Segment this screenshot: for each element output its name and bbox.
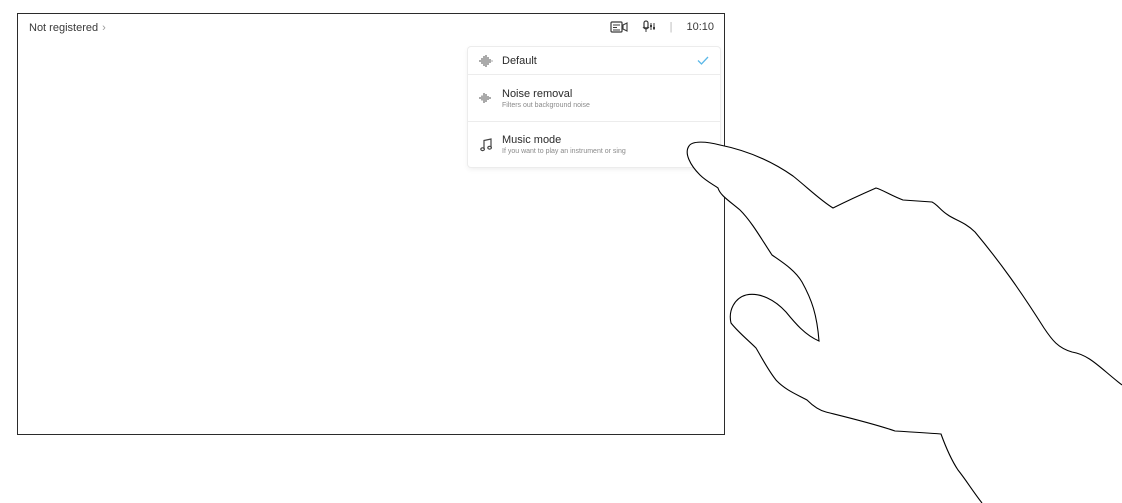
self-view-icon[interactable] [610, 20, 628, 33]
menu-item-music-mode[interactable]: Music mode If you want to play an instru… [468, 122, 720, 167]
menu-item-title: Noise removal [502, 87, 573, 100]
status-separator: | [669, 20, 673, 33]
menu-item-subtitle: Filters out background noise [502, 101, 590, 109]
menu-item-text: Music mode If you want to play an instru… [502, 134, 710, 155]
checkmark-icon [696, 56, 710, 65]
menu-item-title: Default [502, 54, 537, 67]
music-note-icon [478, 137, 494, 153]
registration-status-label: Not registered [29, 22, 99, 34]
menu-item-default[interactable]: Default [468, 47, 720, 75]
waveform-icon [478, 53, 494, 69]
registration-status[interactable]: Not registered › [29, 22, 106, 34]
menu-item-text: Default [502, 55, 696, 67]
menu-item-text: Noise removal Filters out background noi… [502, 88, 710, 109]
menu-item-title: Music mode [502, 134, 562, 146]
clock-time: 10:10 [686, 20, 714, 33]
noise-waveform-icon [478, 90, 494, 106]
audio-mode-menu: Default Noise removal Filters out backgr… [468, 47, 720, 167]
chevron-right-icon: › [102, 22, 106, 34]
device-screen: Not registered › | 10:10 Default Noise r… [17, 13, 725, 435]
menu-item-subtitle: If you want to play an instrument or sin… [502, 148, 626, 155]
status-bar-right: | 10:10 [610, 20, 714, 33]
microphone-settings-icon[interactable] [642, 20, 656, 33]
menu-item-noise-removal[interactable]: Noise removal Filters out background noi… [468, 75, 720, 122]
